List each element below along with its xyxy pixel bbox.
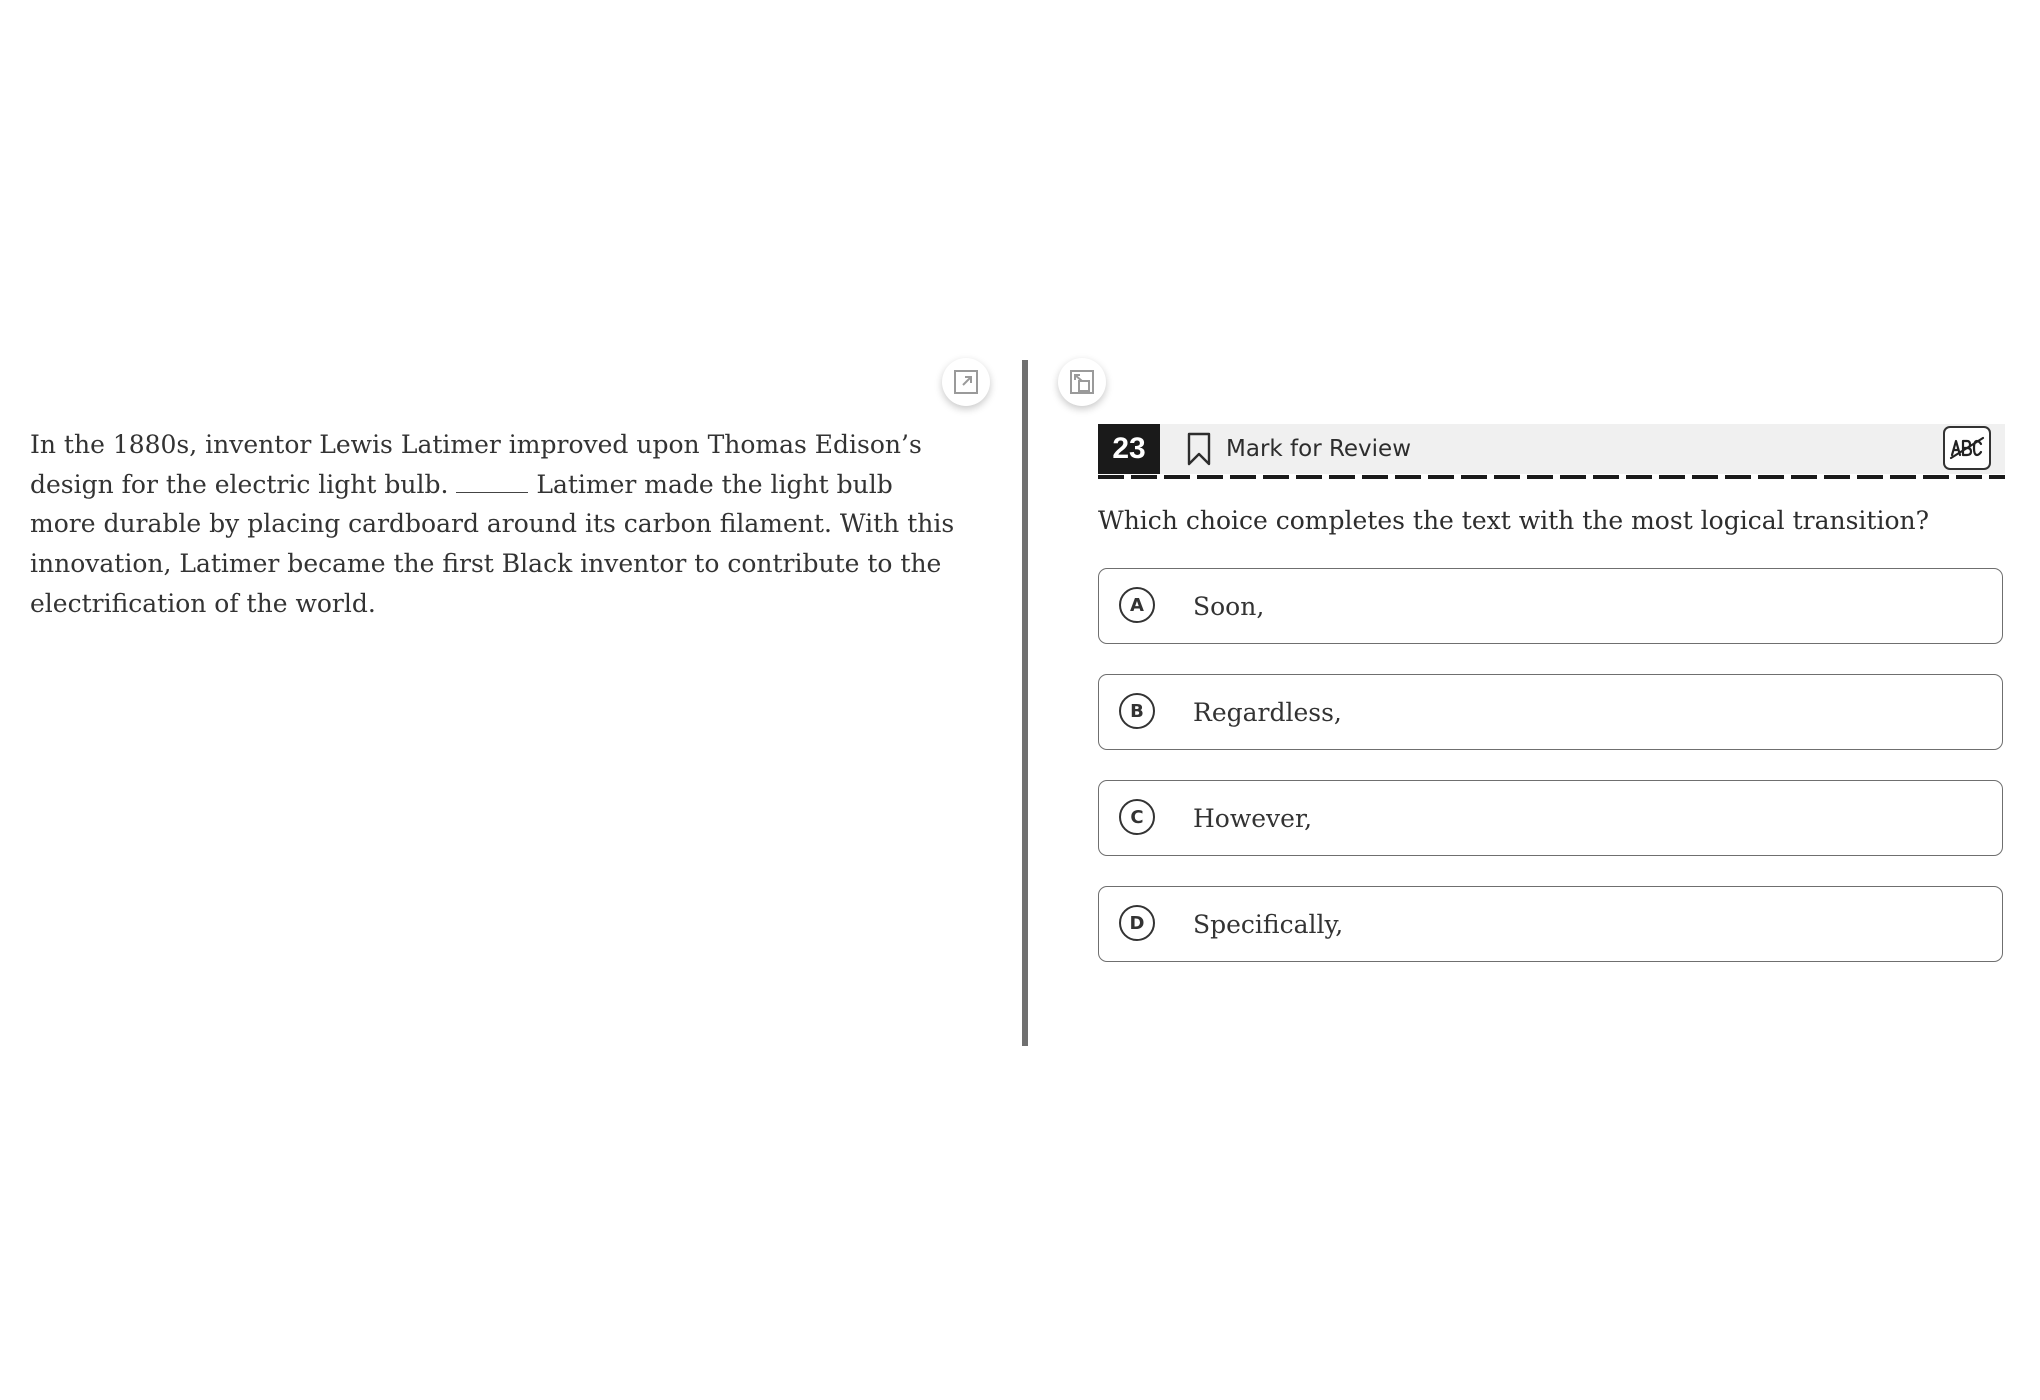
choice-text: Specifically, <box>1193 909 1344 939</box>
choice-text: However, <box>1193 803 1313 833</box>
choice-letter-badge: B <box>1119 693 1155 729</box>
collapse-arrow-icon <box>1070 370 1094 394</box>
choice-text: Soon, <box>1193 591 1265 621</box>
question-prompt: Which choice completes the text with the… <box>1098 506 1930 535</box>
passage-text: In the 1880s, inventor Lewis Latimer imp… <box>30 425 960 624</box>
choice-text: Regardless, <box>1193 697 1342 727</box>
mark-for-review-label: Mark for Review <box>1226 436 1412 462</box>
answer-choice-a[interactable]: A Soon, <box>1098 568 2003 644</box>
question-header: 23 Mark for Review <box>1098 424 2005 474</box>
expand-question-button[interactable] <box>1058 358 1106 406</box>
question-number: 23 <box>1098 424 1160 474</box>
pane-divider[interactable] <box>1022 360 1028 1046</box>
mark-for-review-button[interactable]: Mark for Review <box>1186 424 1411 474</box>
choice-letter-badge: C <box>1119 799 1155 835</box>
header-dashed-rule <box>1098 475 2005 479</box>
abc-strikethrough-icon <box>1949 436 1985 460</box>
answer-choice-d[interactable]: D Specifically, <box>1098 886 2003 962</box>
answer-choice-b[interactable]: B Regardless, <box>1098 674 2003 750</box>
expand-passage-button[interactable] <box>942 358 990 406</box>
answer-choice-c[interactable]: C However, <box>1098 780 2003 856</box>
choice-letter-badge: A <box>1119 587 1155 623</box>
expand-arrow-icon <box>954 370 978 394</box>
bookmark-icon <box>1187 432 1211 466</box>
passage-blank <box>456 470 529 493</box>
choice-letter-badge: D <box>1119 905 1155 941</box>
answer-eliminator-button[interactable] <box>1943 426 1991 470</box>
